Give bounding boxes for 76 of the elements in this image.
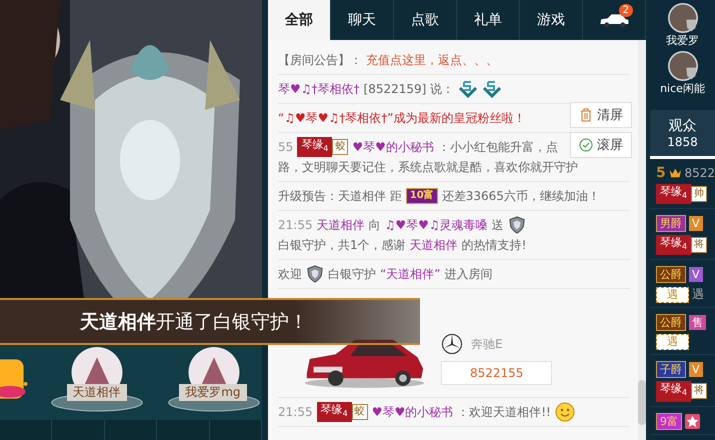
tab[interactable]: 全部 [268,0,331,40]
username-link[interactable]: 琴♥♫†琴相依† [278,79,360,99]
message-text: 白银守护 [328,266,376,284]
username-link[interactable]: 天道相伴 [410,235,458,256]
message-text: “♫♥琴♥♫†琴相依†”成为最新的皇冠粉丝啦！ [278,110,526,127]
message-text: 路，文明聊天要记住，系统点歌就是酷，喜欢你就开守护 [278,159,578,176]
fan-name: 天道相伴 [66,384,127,401]
fan-name: 我爱罗mg [179,384,247,401]
rank-badge: 将 [691,383,708,400]
title-badge: 子爵 [656,361,686,378]
title-badge: 公爵 [656,314,686,332]
fan-badge: 琴缘$_{4}$ [297,137,332,158]
message-text: 还差33665六币，继续加油！ [442,188,600,206]
username: nice闲能 [660,81,705,96]
wealth-badge: 10富 [406,188,438,204]
message-text: [8522159] 说： [364,81,454,98]
message-text: ：欢迎天道相伴!! [457,404,551,422]
level-number: 5 [656,165,666,181]
message-text: 送 [492,217,504,234]
announcement-banner: 天道相伴开通了白银守护！ [0,298,420,345]
username-link[interactable]: ♥琴♥的小秘书 [372,402,454,422]
vip-badge: 售 [689,315,706,330]
shield-icon [508,216,526,234]
count-badge: 2 [618,4,633,17]
five-emoji-icon [458,80,478,98]
fan-badge: 琴缘$_{4}$ [316,402,352,422]
message-text: 的热情支持! [462,237,526,254]
scrollbar[interactable] [638,40,646,440]
audience-tab[interactable]: 观众 1858 [650,110,715,159]
tag-badge: 遇 [656,334,689,350]
title-badge: 公爵 [656,266,686,284]
shield-icon [306,265,324,284]
vip-badge: V [689,267,703,282]
trash-icon [579,108,593,122]
fan-badge: 琴缘$_{4}$ [656,235,692,256]
avatar-icon[interactable] [668,3,698,33]
message-text: 升级预告：天道相伴 距 [278,188,402,206]
tag-badge: 遇 [656,286,689,303]
message-text: 进入房间 [444,266,492,284]
message-text: 向 [368,217,381,234]
username-link[interactable]: ♫♥琴♥♫灵魂毒嗓 [384,215,488,236]
notice-link[interactable]: 充值点这里，返点、、、 [366,50,498,70]
username-link[interactable]: “天道相伴” [380,264,440,284]
five-emoji-icon [482,80,502,98]
car-number: 8522155 [441,361,552,386]
timestamp: 55 [278,139,294,156]
scrollbar-thumb[interactable] [638,380,646,425]
rank-badge: 将 [691,237,708,254]
fan-badge: 琴缘$_{4}$ [656,381,692,402]
timestamp: 21:55 [278,217,313,234]
message-text: 欢迎 [278,266,302,284]
username-link[interactable]: 天道相伴 [316,215,365,236]
smiley-icon [554,402,575,422]
message-text: 【房间公告】： [278,52,362,69]
title-badge: 男爵 [656,215,686,232]
avatar-icon[interactable] [668,51,698,81]
username-link[interactable]: ♥琴♥的小秘书 [352,137,434,158]
member-name[interactable]: 8522 [684,166,715,180]
message-text: ：小小红包能升富，点 [438,139,558,156]
rank-badge: 蛟 [352,404,368,420]
star-logo-icon [441,333,463,356]
member-name[interactable]: 遇 [692,286,704,304]
title-badge: 9富 [656,412,682,430]
timestamp: 21:55 [278,404,313,422]
car-name: 奔驰E [471,336,503,353]
clear-screen-button[interactable]: 清屏 [570,102,632,128]
rank-badge: 蛟 [332,139,348,156]
username: 我爱罗 [666,33,699,48]
fan-badge: 琴缘$_{4}$ [656,184,692,204]
vip-badge: V [689,216,703,232]
rank-badge: 帅 [691,186,708,202]
scroll-lock-button[interactable]: 滚屏 [570,132,632,158]
message-text: 白银守护，共1个，感谢 [278,237,406,254]
check-circle-icon [579,138,593,152]
vip-badge: V [689,362,703,378]
car-icon [598,12,630,28]
